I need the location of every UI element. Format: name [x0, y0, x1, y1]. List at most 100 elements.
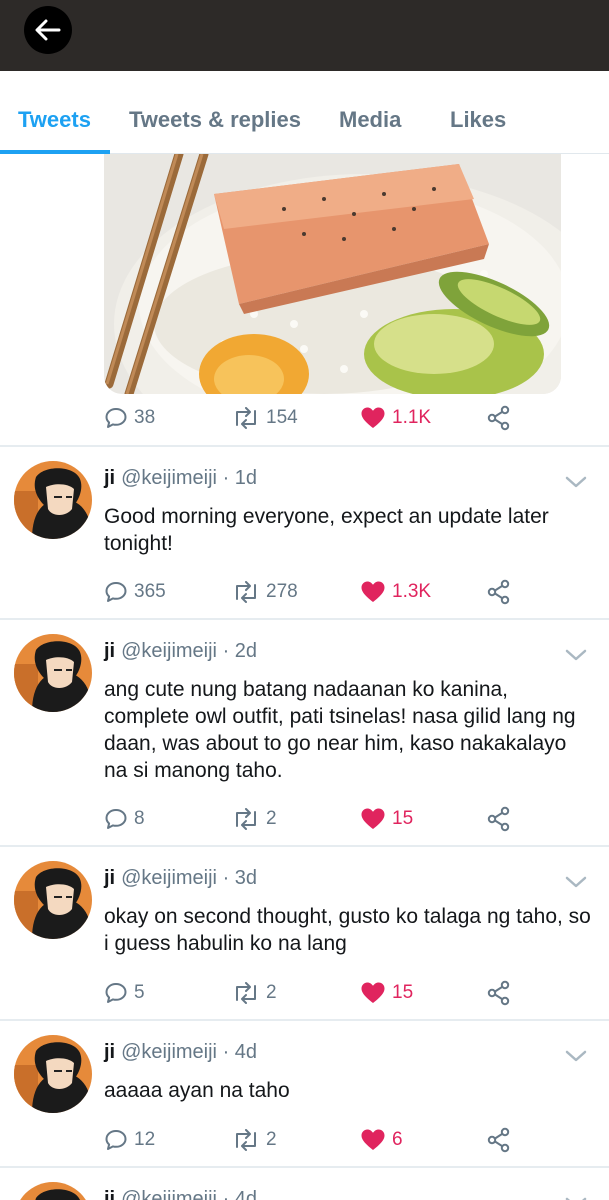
tweet-item[interactable]: ji @keijimeiji · 1d Good morning everyone…: [0, 447, 609, 617]
chevron-down-icon[interactable]: [564, 1048, 588, 1064]
reply-button[interactable]: 5: [104, 978, 145, 1008]
handle[interactable]: @keijimeiji: [121, 467, 217, 489]
retweet-count: 2: [266, 1129, 277, 1150]
chevron-down-icon[interactable]: [564, 874, 588, 890]
like-button[interactable]: 1.3K: [360, 577, 431, 607]
heart-icon: [361, 581, 385, 602]
back-button[interactable]: [24, 6, 72, 54]
retweet-count: 2: [266, 982, 277, 1003]
share-button[interactable]: [486, 577, 512, 607]
reply-button[interactable]: 38: [104, 403, 155, 433]
tweet-item[interactable]: ji @keijimeiji · 4d: [0, 1168, 609, 1200]
display-name[interactable]: ji: [104, 1041, 115, 1063]
reply-count: 12: [134, 1129, 156, 1150]
retweet-icon: [236, 407, 256, 429]
tweet-header: ji @keijimeiji · 4d: [104, 1188, 257, 1200]
tab-tweets[interactable]: Tweets: [18, 107, 91, 133]
retweet-count: 278: [266, 581, 298, 602]
tweet-actions: 38 154 1.1K: [104, 403, 534, 433]
like-button[interactable]: 15: [360, 978, 413, 1008]
heart-icon: [361, 1129, 385, 1150]
reply-button[interactable]: 365: [104, 577, 166, 607]
tweet-item[interactable]: ji @keijimeiji · 4d aaaaa ayan na taho 12…: [0, 1021, 609, 1165]
share-button[interactable]: [486, 1125, 512, 1155]
retweet-button[interactable]: 154: [232, 403, 298, 433]
avatar[interactable]: [14, 461, 92, 539]
share-button[interactable]: [486, 804, 512, 834]
retweet-icon: [236, 581, 256, 603]
heart-icon: [361, 982, 385, 1003]
handle[interactable]: @keijimeiji: [121, 867, 217, 889]
chevron-down-icon[interactable]: [564, 647, 588, 663]
like-button[interactable]: 6: [360, 1125, 403, 1155]
display-name[interactable]: ji: [104, 640, 115, 662]
tab-tweets-replies[interactable]: Tweets & replies: [129, 107, 301, 133]
reply-icon: [105, 983, 127, 1003]
retweet-button[interactable]: 2: [232, 804, 277, 834]
reply-button[interactable]: 12: [104, 1125, 155, 1155]
tweet-time: · 4d: [222, 1041, 258, 1063]
reply-icon: [105, 408, 127, 428]
share-icon: [487, 806, 510, 832]
like-button[interactable]: 1.1K: [360, 403, 431, 433]
retweet-button[interactable]: 278: [232, 577, 298, 607]
tweet-item[interactable]: ji @keijimeiji · 3d okay on second though…: [0, 847, 609, 1019]
display-name[interactable]: ji: [104, 1188, 115, 1200]
reply-count: 5: [134, 982, 145, 1003]
tweet-item[interactable]: ji @keijimeiji · 2d ang cute nung batang …: [0, 620, 609, 844]
tweet-actions: 12 2 6: [104, 1125, 534, 1155]
handle[interactable]: @keijimeiji: [121, 1041, 217, 1063]
retweet-count: 154: [266, 407, 298, 428]
avatar[interactable]: [14, 1035, 92, 1113]
retweet-count: 2: [266, 808, 277, 829]
share-button[interactable]: [486, 978, 512, 1008]
reply-count: 8: [134, 808, 145, 829]
display-name[interactable]: ji: [104, 867, 115, 889]
tweet-text: aaaaa ayan na taho: [104, 1079, 290, 1102]
like-count: 6: [392, 1129, 403, 1150]
retweet-button[interactable]: 2: [232, 978, 277, 1008]
handle[interactable]: @keijimeiji: [121, 640, 217, 662]
retweet-icon: [236, 982, 256, 1004]
avatar[interactable]: [14, 1182, 92, 1200]
reply-icon: [105, 809, 127, 829]
share-icon: [487, 980, 510, 1006]
tab-media[interactable]: Media: [339, 107, 401, 133]
chevron-down-icon[interactable]: [564, 1195, 588, 1200]
display-name[interactable]: ji: [104, 467, 115, 489]
food-photo: [104, 154, 561, 394]
share-button[interactable]: [486, 403, 512, 433]
tweet-media-image[interactable]: [104, 154, 561, 394]
retweet-icon: [236, 1129, 256, 1151]
profile-tabs: Tweets Tweets & replies Media Likes: [0, 71, 609, 154]
retweet-icon: [236, 808, 256, 830]
chevron-down-icon[interactable]: [564, 474, 588, 490]
tweet-header: ji @keijimeiji · 2d: [104, 640, 257, 663]
like-count: 15: [392, 808, 414, 829]
tweet-time: · 3d: [222, 867, 258, 889]
avatar[interactable]: [14, 861, 92, 939]
reply-button[interactable]: 8: [104, 804, 145, 834]
tweet-time: · 4d: [222, 1188, 258, 1200]
tweet-header: ji @keijimeiji · 1d: [104, 467, 257, 490]
tweet-actions: 5 2 15: [104, 978, 534, 1008]
share-icon: [487, 405, 510, 431]
tab-likes[interactable]: Likes: [450, 107, 506, 133]
handle[interactable]: @keijimeiji: [121, 1188, 217, 1200]
reply-count: 38: [134, 407, 156, 428]
like-count: 1.3K: [392, 581, 432, 602]
tweet-header: ji @keijimeiji · 3d: [104, 867, 257, 890]
like-count: 15: [392, 982, 414, 1003]
tweet-text: ang cute nung batang nadaanan ko kanina,…: [104, 678, 576, 782]
tweet-text: Good morning everyone, expect an update …: [104, 505, 549, 555]
top-bar: [0, 0, 609, 71]
heart-icon: [361, 808, 385, 829]
tweet-time: · 1d: [222, 467, 258, 489]
tweet-actions: 8 2 15: [104, 804, 534, 834]
retweet-button[interactable]: 2: [232, 1125, 277, 1155]
heart-icon: [361, 407, 385, 428]
active-tab-indicator: [0, 150, 110, 154]
like-button[interactable]: 15: [360, 804, 413, 834]
avatar[interactable]: [14, 634, 92, 712]
share-icon: [487, 579, 510, 605]
